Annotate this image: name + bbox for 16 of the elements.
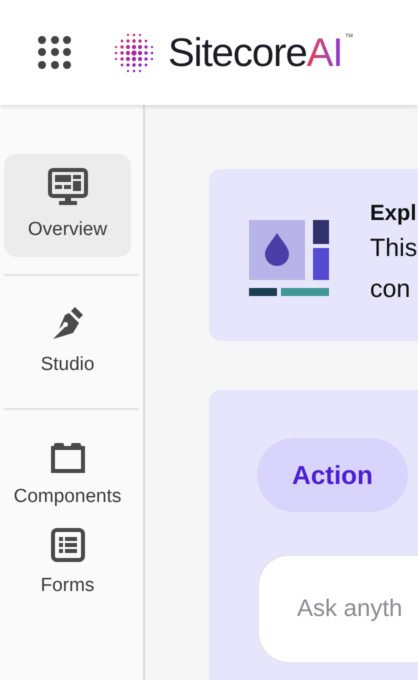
action-chip[interactable]: Action [257,438,408,512]
nav-item[interactable]: Components [4,427,131,524]
app-grid-icon[interactable] [38,36,72,70]
banner-text: con [370,274,412,305]
nav-item[interactable]: Studio [4,292,131,391]
logo-text: SitecoreAI™ [168,32,354,72]
banner-title: Expl [370,199,418,227]
nav-item[interactable]: Forms [4,524,131,606]
prompt-input[interactable]: Ask anyth [257,554,418,664]
list-form-icon [50,528,84,562]
illustration-icon [249,220,329,296]
pen-nib-icon [50,306,84,340]
monitor-icon [48,168,88,206]
banner-text: This [370,233,418,264]
building-block-icon [50,441,84,473]
nav-item[interactable]: Overview [4,154,131,256]
